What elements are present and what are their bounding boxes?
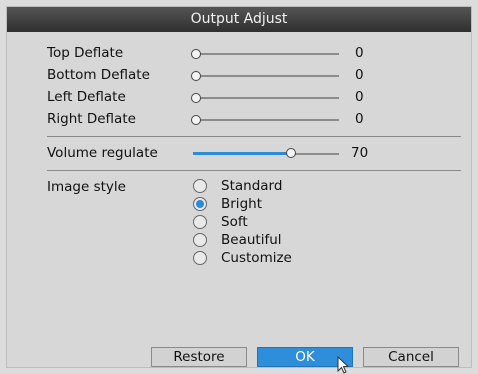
right-deflate-value: 0 [355,111,364,127]
radio-beautiful-label[interactable]: Beautiful [221,232,282,248]
radio-soft-label[interactable]: Soft [221,214,248,230]
volume-value: 70 [351,145,369,161]
cancel-button[interactable]: Cancel [363,347,459,367]
radio-beautiful[interactable] [193,233,207,247]
output-adjust-dialog: Output Adjust Top Deflate 0 Bottom Defla… [6,6,472,368]
radio-bright-label[interactable]: Bright [221,196,262,212]
left-deflate-value: 0 [355,89,364,105]
top-deflate-label: Top Deflate [47,45,124,61]
dialog-title: Output Adjust [7,7,471,32]
radio-soft[interactable] [193,215,207,229]
top-deflate-slider-thumb[interactable] [191,49,201,59]
bottom-deflate-slider-thumb[interactable] [191,71,201,81]
image-style-label: Image style [47,179,126,195]
divider [47,136,461,137]
bottom-deflate-slider-track[interactable] [193,75,339,77]
right-deflate-slider-thumb[interactable] [191,115,201,125]
radio-customize[interactable] [193,251,207,265]
radio-customize-label[interactable]: Customize [221,250,292,266]
radio-standard[interactable] [193,179,207,193]
restore-button[interactable]: Restore [151,347,247,367]
right-deflate-label: Right Deflate [47,111,136,127]
radio-bright[interactable] [193,197,207,211]
right-deflate-slider-track[interactable] [193,119,339,121]
bottom-deflate-value: 0 [355,67,364,83]
divider [47,170,461,171]
volume-regulate-label: Volume regulate [47,145,158,161]
volume-slider-thumb[interactable] [286,148,296,158]
left-deflate-slider-thumb[interactable] [191,93,201,103]
left-deflate-label: Left Deflate [47,89,126,105]
top-deflate-slider-track[interactable] [193,53,339,55]
radio-standard-label[interactable]: Standard [221,178,282,194]
bottom-deflate-label: Bottom Deflate [47,67,150,83]
left-deflate-slider-track[interactable] [193,97,339,99]
mouse-pointer-icon [337,356,349,374]
volume-slider-fill [193,152,291,155]
top-deflate-value: 0 [355,45,364,61]
